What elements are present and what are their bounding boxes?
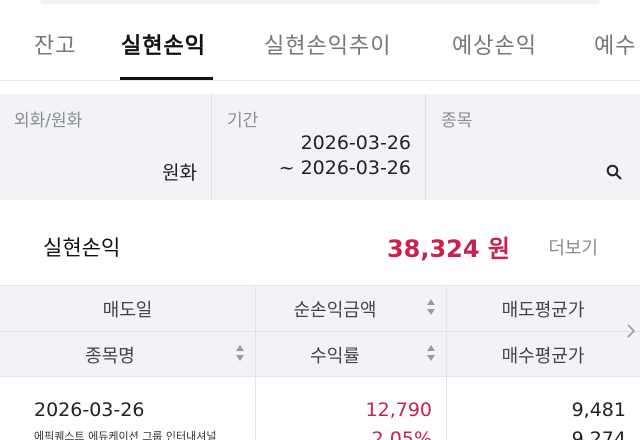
tabs-divider [0,80,640,81]
tab-balance[interactable]: 잔고 [34,28,76,60]
search-bar-edge [40,0,600,4]
row-buy-avg-price: 9,274 [571,428,626,440]
top-strip [0,0,640,8]
summary-label: 실현손익 [43,236,121,260]
row-col-divider [446,378,447,440]
header-sell-date: 매도일 [102,300,153,321]
sort-icon[interactable] [426,298,436,316]
period-start: 2026-03-26 [300,132,411,154]
sort-icon[interactable] [235,344,245,362]
period-end: ~ 2026-03-26 [278,157,411,179]
currency-filter-label: 외화/원화 [14,111,83,131]
table-header: 매도일 순손익금액 매도평균가 종목명 수익률 매수평균가 [0,285,640,378]
row-return-rate: 2.05% [371,428,432,440]
period-filter[interactable]: 기간 2026-03-26 ~ 2026-03-26 [213,94,426,200]
row-stock-name[interactable]: 에픽퀘스트 에듀케이션 그룹 인터내셔널 [34,428,217,440]
realized-pnl-summary: 실현손익 38,324 원 더보기 [0,212,640,278]
tab-bar: 잔고 실현손익 실현손익추이 예상손익 예수 [0,18,640,80]
more-button[interactable]: 더보기 [548,234,598,260]
row-col-divider [255,378,256,440]
search-icon[interactable] [606,164,622,180]
period-filter-label: 기간 [227,111,259,131]
row-sell-avg-price: 9,481 [571,399,626,421]
header-buy-avg-price: 매수평균가 [501,346,585,367]
header-net-profit[interactable]: 순손익금액 [255,296,415,322]
header-stock-name[interactable]: 종목명 [0,342,220,368]
stock-filter[interactable]: 종목 [427,94,640,200]
sort-icon[interactable] [426,344,436,362]
currency-filter[interactable]: 외화/원화 원화 [0,94,212,200]
header-row-divider [0,331,640,332]
tab-expected-pnl[interactable]: 예상손익 [452,28,537,60]
table-body: 2026-03-26 에픽퀘스트 에듀케이션 그룹 인터내셔널 12,790 2… [0,378,640,440]
tab-deposit[interactable]: 예수 [594,28,636,60]
filter-bar: 외화/원화 원화 기간 2026-03-26 ~ 2026-03-26 종목 [0,94,640,200]
header-sell-avg-price: 매도평균가 [501,300,585,321]
stock-filter-label: 종목 [441,111,473,131]
chevron-right-icon[interactable] [626,323,636,339]
currency-filter-value: 원화 [162,162,197,184]
tab-realized-pnl[interactable]: 실현손익 [121,28,206,60]
row-sell-date[interactable]: 2026-03-26 [34,399,144,421]
header-return-rate[interactable]: 수익률 [255,342,415,368]
tab-realized-pnl-trend[interactable]: 실현손익추이 [264,28,391,60]
row-net-profit: 12,790 [365,399,432,421]
summary-amount: 38,324 원 [386,235,510,263]
